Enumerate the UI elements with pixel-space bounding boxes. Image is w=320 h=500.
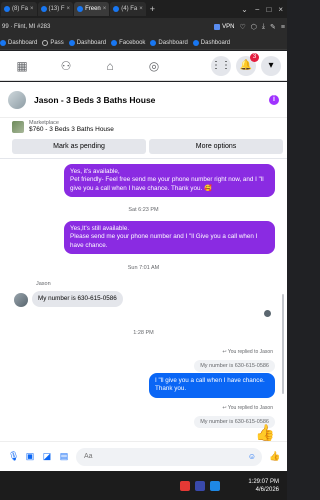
close-icon[interactable]: × xyxy=(278,5,283,14)
message-input[interactable] xyxy=(76,447,262,466)
close-tab-icon[interactable]: × xyxy=(103,6,107,12)
facebook-nav: ▦ ⚇ ⌂ ◎ ⋮⋮ 🔔 3 ▾ xyxy=(0,51,287,81)
vpn-button[interactable]: VPN xyxy=(214,24,235,30)
facebook-favicon-icon xyxy=(40,6,47,12)
close-tab-icon[interactable]: × xyxy=(30,6,34,12)
vpn-icon xyxy=(214,24,221,30)
screen: (8) Fa × (13) F × Freen × (4) Fa × + ⌄ − □ ×… xyxy=(0,0,287,500)
microphone-icon[interactable]: 🎙 xyxy=(8,451,19,462)
sender-name: Jason xyxy=(36,281,51,287)
facebook-favicon-icon xyxy=(4,6,10,12)
heart-icon[interactable]: ♡ xyxy=(240,23,246,31)
close-tab-icon[interactable]: × xyxy=(139,6,143,12)
timestamp: 1:28 PM xyxy=(133,330,154,336)
facebook-favicon-icon xyxy=(150,39,157,46)
facebook-favicon-icon xyxy=(68,39,75,46)
clock-date: 4/6/2026 xyxy=(255,486,279,493)
listing-row[interactable]: Marketplace $760 - 3 Beds 3 Baths House xyxy=(12,120,275,133)
system-clock[interactable]: 1:29:07 PM 4/6/2026 xyxy=(248,478,287,494)
incoming-message[interactable]: My number is 630-615-0586 xyxy=(32,291,123,308)
cube-icon[interactable]: ⬡ xyxy=(251,23,257,31)
seen-avatar xyxy=(264,310,271,317)
timestamp: Sat 6:23 PM xyxy=(128,207,159,213)
facebook-favicon-icon xyxy=(77,6,84,12)
app-icon[interactable] xyxy=(180,480,190,491)
browser-tab-active[interactable]: Freen × xyxy=(74,2,110,16)
calendar-icon[interactable]: ▦ xyxy=(9,51,35,81)
outgoing-message[interactable]: Yes, it's available, Pet friendly- Feel … xyxy=(64,164,275,198)
sticker-icon[interactable]: ◪ xyxy=(42,451,52,462)
menu-icon[interactable]: ≡ xyxy=(281,24,285,31)
reply-note: ↩ You replied to Jason xyxy=(222,349,273,355)
friends-icon[interactable]: ⚇ xyxy=(53,51,79,81)
new-tab-icon[interactable]: + xyxy=(150,4,155,14)
app-icon[interactable] xyxy=(210,480,220,491)
bookmark-item[interactable]: Dashboard xyxy=(192,39,230,46)
facebook-favicon-icon xyxy=(111,39,118,46)
address-bar[interactable]: 99 · Flint, MI #283 VPN ♡ ⬡ ⤓ ✎ ≡ xyxy=(0,18,287,36)
mark-as-pending-button[interactable]: Mark as pending xyxy=(12,139,146,154)
composer: 🎙 ▣ ◪ ▤ ☺ 👍 xyxy=(0,441,287,471)
thumbs-up-reaction-icon: 👍 xyxy=(255,425,275,441)
globe-icon xyxy=(42,39,49,46)
chat-avatar[interactable] xyxy=(8,90,26,109)
notifications-bell-icon[interactable]: 🔔 3 xyxy=(236,52,259,76)
minimize-icon[interactable]: − xyxy=(255,5,260,14)
outgoing-message[interactable]: Yes,It's still available. Please send me… xyxy=(64,221,275,255)
outgoing-reply-message[interactable]: I "ll give you a call when I have chance… xyxy=(149,373,275,398)
marketplace-icon[interactable]: ⌂ xyxy=(97,51,123,81)
browser-tab[interactable]: (13) F × xyxy=(37,2,74,16)
marketplace-listing: Marketplace $760 - 3 Beds 3 Baths House … xyxy=(0,118,287,158)
chevron-down-icon[interactable]: ⌄ xyxy=(241,5,248,14)
more-options-button[interactable]: More options xyxy=(149,139,283,154)
bookmark-item[interactable]: Dashboard xyxy=(68,39,106,46)
thumbs-up-icon[interactable]: 👍 xyxy=(269,451,280,462)
clock-time: 1:29:07 PM xyxy=(248,478,279,485)
scrollbar[interactable] xyxy=(282,294,284,394)
groups-icon[interactable]: ◎ xyxy=(141,51,167,81)
bookmarks-bar: Dashboard Pass Dashboard Facebook Dashbo… xyxy=(0,36,287,50)
page-title: 99 · Flint, MI #283 xyxy=(2,24,51,30)
bookmark-item[interactable]: Dashboard xyxy=(150,39,188,46)
facebook-favicon-icon xyxy=(113,6,120,12)
maximize-icon[interactable]: □ xyxy=(266,5,271,14)
menu-grid-icon[interactable]: ⋮⋮ xyxy=(211,55,231,76)
window-controls: ⌄ − □ × xyxy=(241,5,287,14)
bookmark-item[interactable]: Pass xyxy=(42,39,64,46)
facebook-favicon-icon xyxy=(192,39,199,46)
listing-thumbnail xyxy=(12,120,24,133)
account-chevron-icon[interactable]: ▾ xyxy=(261,55,281,76)
close-tab-icon[interactable]: × xyxy=(67,6,71,12)
notification-badge: 3 xyxy=(250,52,259,62)
browser-tabstrip: (8) Fa × (13) F × Freen × (4) Fa × + ⌄ − □ × xyxy=(0,0,287,18)
nav-right: ⋮⋮ 🔔 3 ▾ xyxy=(211,52,287,76)
quoted-message[interactable]: My number is 630-615-0586 xyxy=(194,360,275,372)
bookmark-item[interactable]: Dashboard xyxy=(0,39,37,46)
message-list[interactable]: Yes, it's available, Pet friendly- Feel … xyxy=(0,158,287,441)
pen-icon[interactable]: ✎ xyxy=(270,23,276,31)
sender-avatar[interactable] xyxy=(14,293,28,307)
taskbar-apps xyxy=(180,480,220,491)
chat-title[interactable]: Jason - 3 Beds 3 Baths House xyxy=(34,95,155,105)
browser-tab[interactable]: (8) Fa × xyxy=(1,2,37,16)
gif-icon[interactable]: ▤ xyxy=(59,451,69,462)
emoji-icon[interactable]: ☺ xyxy=(248,452,256,461)
timestamp: Sun 7:01 AM xyxy=(127,265,160,271)
browser-tab[interactable]: (4) Fa × xyxy=(110,2,146,16)
taskbar: 1:29:07 PM 4/6/2026 xyxy=(0,471,287,500)
facebook-favicon-icon xyxy=(0,39,6,46)
listing-actions: Mark as pending More options xyxy=(12,139,283,154)
chat-header: Jason - 3 Beds 3 Baths House i xyxy=(0,82,287,118)
reply-note: ↩ You replied to Jason xyxy=(222,405,273,411)
download-icon[interactable]: ⤓ xyxy=(262,23,265,31)
image-icon[interactable]: ▣ xyxy=(25,451,35,462)
app-icon[interactable] xyxy=(195,480,205,491)
listing-text: Marketplace $760 - 3 Beds 3 Baths House xyxy=(29,120,114,133)
listing-title: $760 - 3 Beds 3 Baths House xyxy=(29,126,114,133)
info-icon[interactable]: i xyxy=(269,94,279,105)
bookmark-item[interactable]: Facebook xyxy=(111,39,145,46)
